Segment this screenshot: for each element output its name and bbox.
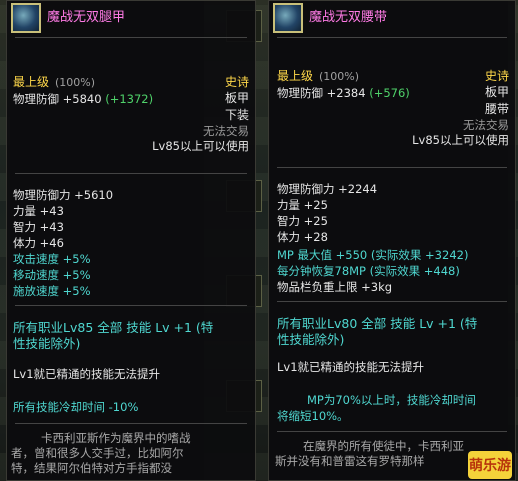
base-defense-value: 物理防御 +5840 — [13, 92, 102, 106]
grade-label: 史诗 — [484, 69, 509, 83]
divider — [277, 37, 507, 38]
base-defense-value: 物理防御 +2384 — [277, 86, 366, 100]
grade-label: 史诗 — [224, 75, 249, 89]
belt-icon — [273, 3, 303, 33]
base-defense-bonus: (+1372) — [105, 92, 154, 106]
stat-line: MP 最大值 +550 (实际效果 +3242) — [277, 248, 469, 262]
divider — [15, 173, 247, 174]
divider — [277, 301, 507, 302]
site-watermark-logo: 萌乐游 — [468, 451, 512, 479]
armor-type: 板甲 — [224, 91, 249, 105]
level-requirement: Lv85以上可以使用 — [152, 139, 249, 153]
stat-line: 施放速度 +5% — [13, 284, 91, 298]
skill-restriction: Lv1就已精通的技能无法提升 — [277, 360, 425, 374]
stat-line: 物理防御力 +2244 — [277, 182, 378, 196]
divider — [15, 305, 247, 306]
divider — [277, 167, 507, 168]
cooldown-bonus: 所有技能冷却时间 -10% — [13, 400, 139, 414]
divider — [277, 431, 507, 432]
item-title: 魔战无双腰带 — [309, 10, 388, 25]
armor-type: 板甲 — [484, 85, 509, 99]
rarity-text: 最上级 — [13, 75, 50, 89]
leg-armor-icon — [11, 3, 41, 33]
stat-line: 体力 +28 — [277, 230, 328, 244]
rarity-percent: (100%) — [319, 70, 360, 83]
skill-bonus-note: 性技能除外) — [277, 332, 345, 347]
equip-part: 腰带 — [484, 102, 509, 116]
rarity-text: 最上级 — [277, 69, 314, 83]
description-line: 特，结果阿尔伯特对方手指都没 — [11, 461, 172, 475]
item-tooltip-belt: 魔战无双腰带 最上级 (100%) 史诗 物理防御 +2384 (+576) 板甲… — [268, 0, 516, 481]
base-defense: 物理防御 +5840 (+1372) — [13, 91, 153, 107]
description-line: 卡西利亚斯作为魔界中的嗜战 — [41, 431, 191, 445]
base-defense-bonus: (+576) — [369, 86, 410, 100]
item-tooltip-leg-armor: 魔战无双腿甲 最上级 (100%) 史诗 物理防御 +5840 (+1372) 板… — [6, 0, 256, 481]
stat-line: 移动速度 +5% — [13, 268, 91, 282]
rarity-percent: (100%) — [55, 76, 96, 89]
stat-line: 物品栏负重上限 +3kg — [277, 280, 393, 294]
divider — [15, 423, 247, 424]
stat-line: 力量 +43 — [13, 204, 64, 218]
equip-part: 下装 — [224, 108, 249, 122]
divider — [15, 37, 247, 38]
skill-bonus-note: 性技能除外) — [13, 336, 81, 351]
trade-status: 无法交易 — [203, 124, 249, 138]
trade-status: 无法交易 — [463, 118, 509, 132]
level-requirement: Lv85以上可以使用 — [412, 133, 509, 147]
item-description: 卡西利亚斯作为魔界中的嗜战 者，曾和很多人交手过，比如阿尔 特，结果阿尔伯特对方… — [11, 431, 256, 476]
description-line: 者，曾和很多人交手过，比如阿尔 — [11, 446, 184, 460]
cooldown-bonus-cont: 将缩短10%。 — [277, 409, 349, 423]
stat-line: 攻击速度 +5% — [13, 252, 91, 266]
stat-line: 体力 +46 — [13, 236, 64, 250]
base-defense: 物理防御 +2384 (+576) — [277, 85, 410, 101]
stat-line: 每分钟恢复78MP (实际效果 +448) — [277, 264, 460, 278]
stat-line: 物理防御力 +5610 — [13, 188, 114, 202]
rarity-label: 最上级 (100%) — [277, 67, 359, 84]
stat-line: 力量 +25 — [277, 198, 328, 212]
rarity-label: 最上级 (100%) — [13, 73, 95, 90]
stat-line: 智力 +43 — [13, 220, 64, 234]
stat-line: 智力 +25 — [277, 214, 328, 228]
item-title: 魔战无双腿甲 — [47, 10, 126, 25]
cooldown-bonus: MP为70%以上时，技能冷却时间 — [307, 393, 476, 407]
skill-restriction: Lv1就已精通的技能无法提升 — [13, 367, 161, 381]
